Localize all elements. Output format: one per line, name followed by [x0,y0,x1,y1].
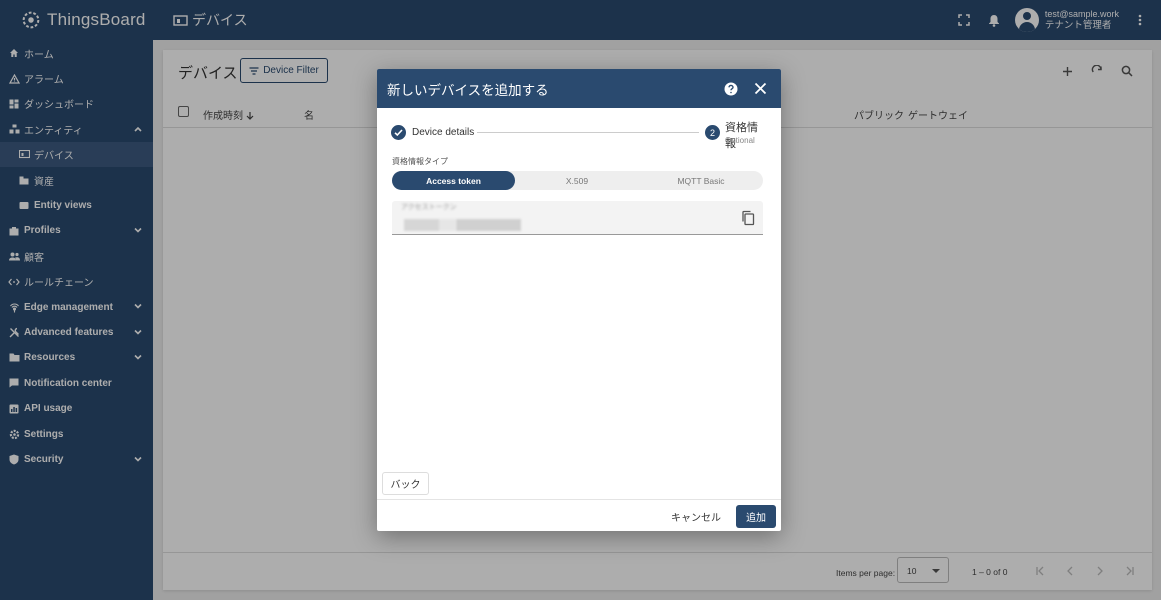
add-device-dialog: 新しいデバイスを追加する Device details 2 資格情報 Optio… [377,69,781,531]
step-2-optional: Optional [725,136,755,145]
cancel-button[interactable]: キャンセル [671,509,721,524]
access-token-value-redacted [404,219,521,231]
step-1-label[interactable]: Device details [412,127,474,138]
close-icon[interactable] [754,82,767,95]
copy-icon[interactable] [741,210,755,226]
step-2-label[interactable]: 資格情報 [725,119,767,151]
access-token-label: アクセストークン [401,204,457,211]
dialog-footer: キャンセル 追加 [377,499,781,531]
option-x509[interactable]: X.509 [515,171,639,190]
credential-type-label: 資格情報タイプ [392,157,448,166]
dialog-header: 新しいデバイスを追加する [377,69,781,108]
add-button[interactable]: 追加 [736,505,776,528]
dialog-title: 新しいデバイスを追加する [387,82,549,98]
back-button[interactable]: バック [382,472,429,495]
credential-type-toggle: Access token X.509 MQTT Basic [392,171,763,190]
help-icon[interactable] [724,82,738,96]
option-access-token[interactable]: Access token [392,171,515,190]
step-connector [477,132,699,133]
step-2-number[interactable]: 2 [705,125,720,140]
access-token-input[interactable]: アクセストークン [392,201,763,235]
option-mqtt-basic[interactable]: MQTT Basic [639,171,763,190]
stepper: Device details 2 資格情報 Optional [391,119,767,151]
step-completed-check-icon[interactable] [391,125,406,140]
